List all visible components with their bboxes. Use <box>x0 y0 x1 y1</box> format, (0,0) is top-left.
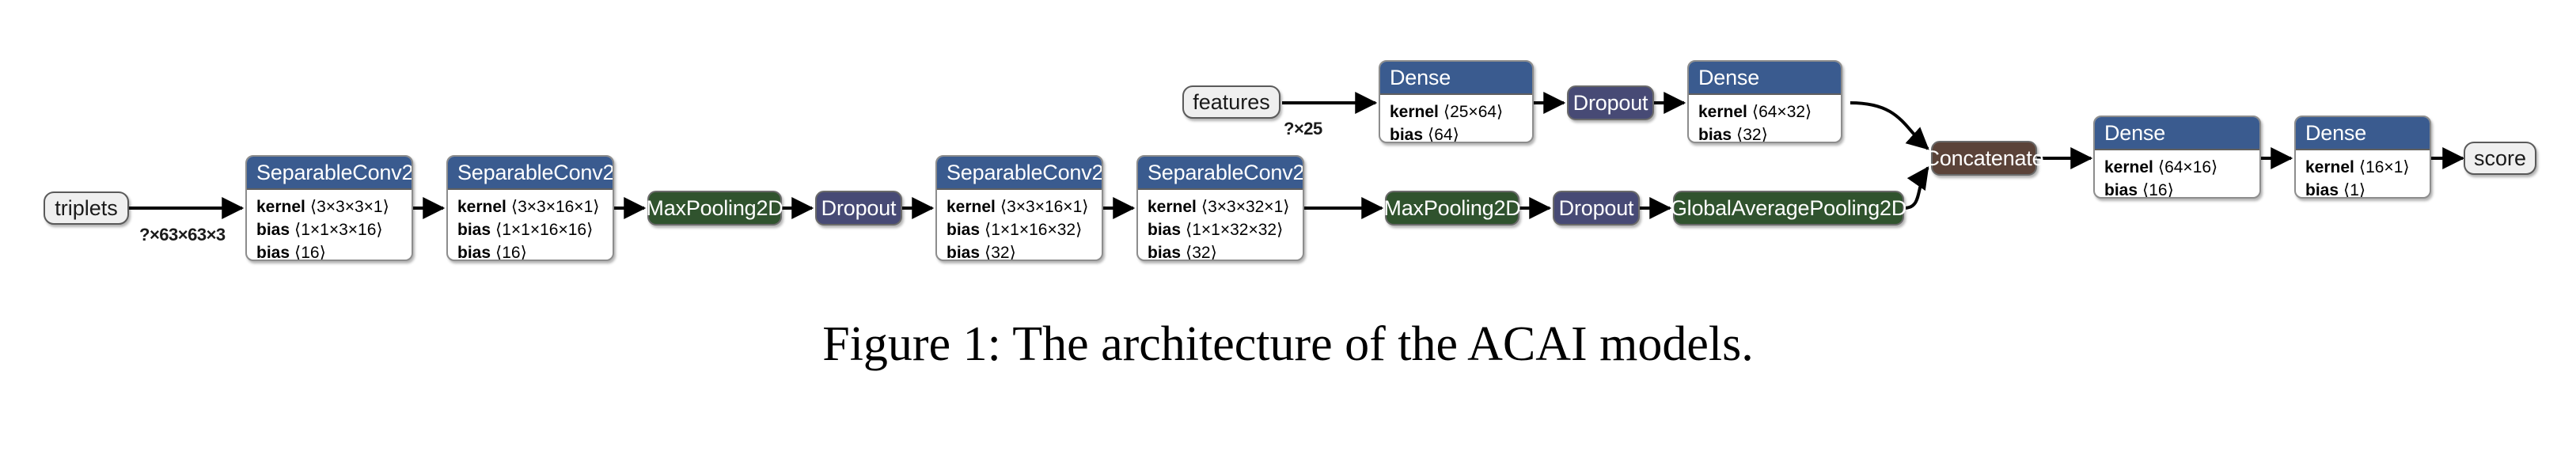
param-row: kernel ⟨3×3×16×1⟩ <box>947 198 1089 216</box>
param-row: kernel ⟨3×3×32×1⟩ <box>1148 198 1290 216</box>
edge-label-features-shape: ?×25 <box>1284 119 1322 138</box>
layer-dense-4[interactable]: Dense kernel ⟨16×1⟩ bias ⟨1⟩ <box>2294 116 2431 199</box>
layer-maxpooling2d-2-label: MaxPooling2D <box>1383 195 1521 220</box>
architecture-diagram: triplets features score ?×63×63×3 ?×25 S… <box>0 0 2576 451</box>
layer-sepconv2d-1[interactable]: SeparableConv2D kernel ⟨3×3×3×1⟩ bias ⟨1×1… <box>245 155 413 261</box>
layer-dense-3[interactable]: Dense kernel ⟨64×16⟩ bias ⟨16⟩ <box>2093 116 2261 199</box>
layer-concatenate[interactable]: Concatenate <box>1925 141 2044 176</box>
layer-dense-4-title: Dense <box>2296 117 2430 150</box>
layer-sepconv2d-2-title: SeparableConv2D <box>448 157 613 190</box>
layer-sepconv2d-4-params: kernel ⟨3×3×32×1⟩ bias ⟨1×1×32×32⟩ bias ⟨32… <box>1138 190 1303 261</box>
param-row: kernel ⟨3×3×16×1⟩ <box>457 198 600 216</box>
layer-sepconv2d-1-title: SeparableConv2D <box>247 157 412 190</box>
param-row: bias ⟨64⟩ <box>1390 126 1459 143</box>
layer-dense-2-title: Dense <box>1689 62 1841 95</box>
layer-sepconv2d-3-title: SeparableConv2D <box>937 157 1102 190</box>
param-row: bias ⟨1×1×32×32⟩ <box>1148 221 1284 239</box>
io-node-triplets-label: triplets <box>55 195 118 220</box>
layer-sepconv2d-3[interactable]: SeparableConv2D kernel ⟨3×3×16×1⟩ bias ⟨1×… <box>935 155 1103 261</box>
layer-sepconv2d-3-params: kernel ⟨3×3×16×1⟩ bias ⟨1×1×16×32⟩ bias ⟨32… <box>937 190 1102 261</box>
layer-maxpooling2d-1[interactable]: MaxPooling2D <box>646 191 783 226</box>
layer-dropout-2[interactable]: Dropout <box>1553 191 1640 226</box>
io-node-score-label: score <box>2473 146 2527 170</box>
param-row: kernel ⟨64×32⟩ <box>1698 103 1812 121</box>
layer-dense-4-params: kernel ⟨16×1⟩ bias ⟨1⟩ <box>2296 150 2430 199</box>
layer-sepconv2d-4-title: SeparableConv2D <box>1138 157 1303 190</box>
edge-gap-to-concatenate <box>1903 166 1929 210</box>
layer-sepconv2d-4[interactable]: SeparableConv2D kernel ⟨3×3×32×1⟩ bias ⟨1×… <box>1136 155 1304 261</box>
param-row: kernel ⟨3×3×3×1⟩ <box>256 198 389 216</box>
layer-sepconv2d-1-params: kernel ⟨3×3×3×1⟩ bias ⟨1×1×3×16⟩ bias ⟨16⟩ <box>247 190 412 261</box>
io-node-triplets[interactable]: triplets <box>44 191 129 225</box>
layer-sepconv2d-2-params: kernel ⟨3×3×16×1⟩ bias ⟨1×1×16×16⟩ bias ⟨16… <box>448 190 613 261</box>
io-node-score[interactable]: score <box>2464 142 2536 175</box>
layer-dense-2-params: kernel ⟨64×32⟩ bias ⟨32⟩ <box>1689 95 1841 143</box>
layer-sepconv2d-2[interactable]: SeparableConv2D kernel ⟨3×3×16×1⟩ bias ⟨1×… <box>446 155 614 261</box>
param-row: bias ⟨16⟩ <box>2104 181 2174 199</box>
param-row: bias ⟨32⟩ <box>947 244 1016 261</box>
layer-dropout-2-label: Dropout <box>1558 195 1634 220</box>
edge-label-triplets-shape: ?×63×63×3 <box>139 225 226 244</box>
layer-dense-3-params: kernel ⟨64×16⟩ bias ⟨16⟩ <box>2095 150 2259 199</box>
layer-dropout-3[interactable]: Dropout <box>1567 85 1654 120</box>
param-row: kernel ⟨25×64⟩ <box>1390 103 1504 121</box>
layer-dense-3-title: Dense <box>2095 117 2259 150</box>
layer-dropout-1[interactable]: Dropout <box>815 191 902 226</box>
layer-globalaveragepooling2d[interactable]: GlobalAveragePooling2D <box>1670 191 1907 226</box>
layer-globalaveragepooling2d-label: GlobalAveragePooling2D <box>1670 195 1907 220</box>
layer-maxpooling2d-2[interactable]: MaxPooling2D <box>1383 191 1521 226</box>
io-node-features[interactable]: features <box>1182 85 1280 119</box>
layer-dropout-1-label: Dropout <box>821 195 897 220</box>
layer-maxpooling2d-1-label: MaxPooling2D <box>646 195 783 220</box>
param-row: bias ⟨16⟩ <box>256 244 326 261</box>
figure-caption: Figure 1: The architecture of the ACAI m… <box>822 317 1754 371</box>
io-node-features-label: features <box>1193 89 1270 114</box>
layer-concatenate-label: Concatenate <box>1924 146 2044 170</box>
layer-dense-1-params: kernel ⟨25×64⟩ bias ⟨64⟩ <box>1380 95 1532 143</box>
param-row: bias ⟨1×1×3×16⟩ <box>256 221 383 239</box>
layer-dropout-3-label: Dropout <box>1573 90 1648 115</box>
param-row: bias ⟨32⟩ <box>1148 244 1217 261</box>
param-row: bias ⟨1×1×16×16⟩ <box>457 221 594 239</box>
layer-dense-2[interactable]: Dense kernel ⟨64×32⟩ bias ⟨32⟩ <box>1687 60 1842 143</box>
param-row: bias ⟨1⟩ <box>2305 181 2366 199</box>
param-row: bias ⟨32⟩ <box>1698 126 1768 143</box>
param-row: bias ⟨1×1×16×32⟩ <box>947 221 1083 239</box>
layer-dense-1[interactable]: Dense kernel ⟨25×64⟩ bias ⟨64⟩ <box>1379 60 1534 143</box>
edge-dense2-to-concatenate <box>1849 101 1929 150</box>
layer-dense-1-title: Dense <box>1380 62 1532 95</box>
param-row: kernel ⟨16×1⟩ <box>2305 158 2410 176</box>
param-row: kernel ⟨64×16⟩ <box>2104 158 2218 176</box>
param-row: bias ⟨16⟩ <box>457 244 527 261</box>
